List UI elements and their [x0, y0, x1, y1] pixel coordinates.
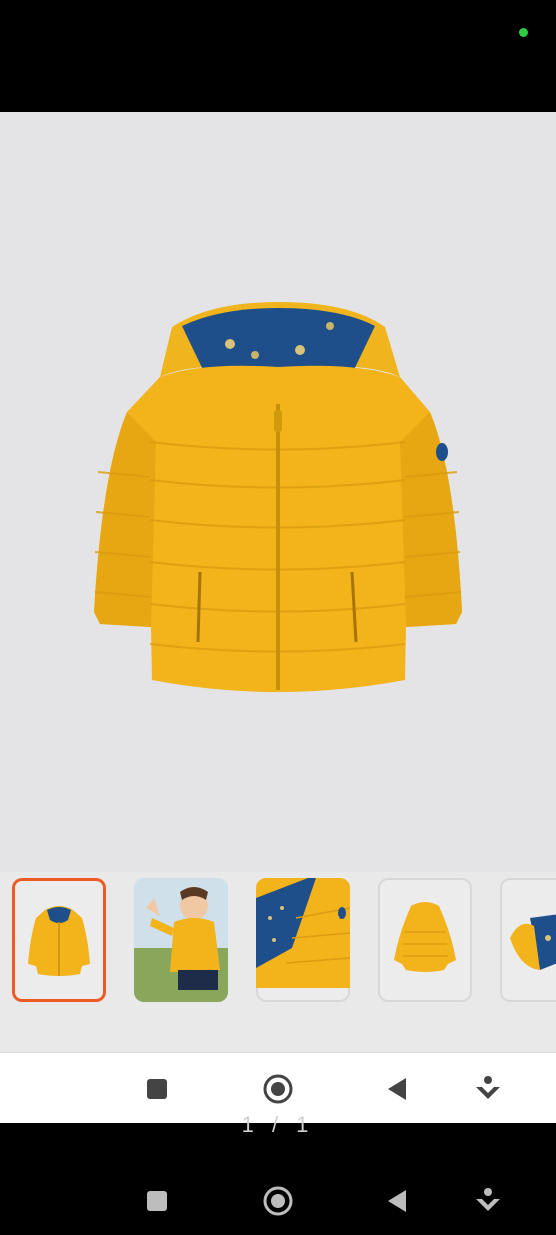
back-triangle-icon[interactable] — [380, 1071, 416, 1107]
thumbnail-child-wearing-jacket[interactable] — [134, 878, 228, 1002]
record-circle-icon[interactable] — [260, 1183, 296, 1219]
stop-square-icon[interactable] — [139, 1071, 175, 1107]
product-image-viewer[interactable] — [0, 112, 556, 872]
thumbnail-jacket-front[interactable] — [12, 878, 106, 1002]
download-arrow-icon[interactable] — [470, 1183, 506, 1219]
status-bar — [0, 0, 556, 112]
back-triangle-icon[interactable] — [380, 1183, 416, 1219]
thumbnail-jacket-packed-pouch[interactable] — [500, 878, 556, 1002]
thumbnail-jacket-back[interactable] — [378, 878, 472, 1002]
thumbnail-strip[interactable] — [0, 872, 556, 1052]
download-arrow-icon[interactable] — [470, 1071, 506, 1107]
stop-square-icon[interactable] — [139, 1183, 175, 1219]
status-indicator-dot — [519, 28, 528, 37]
yellow-puffer-jacket-image — [94, 302, 462, 692]
record-circle-icon[interactable] — [260, 1071, 296, 1107]
system-navigation-bar — [0, 1165, 556, 1235]
page-indicator: 1 / 1 — [241, 1112, 315, 1132]
thumbnail-jacket-lining-detail[interactable] — [256, 878, 350, 1002]
